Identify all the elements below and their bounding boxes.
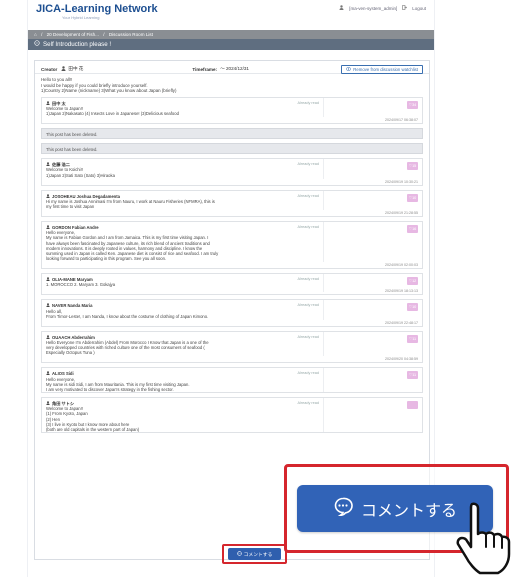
creator-label: Creator xyxy=(41,66,58,72)
post-line: From Timor-Leste!, I am Nanda, I know ab… xyxy=(46,313,209,319)
post-timestamp: 2024/09/19 10:30:21 xyxy=(385,179,418,184)
post-item: 佐藤 浩二 Already read Welcome to Koichi!! 1)Ja… xyxy=(41,158,423,186)
post-timestamp: 2024/09/19 21:28:55 xyxy=(385,210,418,215)
logout-icon xyxy=(402,5,408,11)
post-line: Especially Octopus Tuna ) xyxy=(46,350,95,356)
post-line: (both are old capitals in the western pa… xyxy=(46,426,140,432)
post-body: OLIA-MANE Maryam Already read 1. MOROCCO 2… xyxy=(42,274,324,293)
post-item: ALIOS Sidi Already read Hello everyone, My … xyxy=(41,367,423,393)
like-button[interactable] xyxy=(407,400,418,409)
breadcrumb-page[interactable]: Discussion Room List xyxy=(109,32,153,37)
user-bar: [ma-ven-system_admin] Logout xyxy=(339,5,426,11)
post-item: NAVER Nanda Maria Already read Hello all, F… xyxy=(41,299,423,327)
creator-row: Creator 田中 花 Timeframe: ～ 2024/12/31 Rem… xyxy=(35,61,429,74)
post-timestamp: 2024/09/20 04:38:59 xyxy=(385,357,418,362)
frame: { "header":{"logo":"JICA-Learning Networ… xyxy=(0,0,517,577)
like-button[interactable]: ♡15 xyxy=(407,162,418,171)
remove-watchlist-button[interactable]: Remove from discussion watchlist xyxy=(341,64,423,74)
post-item: JOSOHEAU Joshua Degadamenta Already read H… xyxy=(41,189,423,217)
post-item: GORDON Fabian Andre Already read Hello eve… xyxy=(41,220,423,270)
post-line: looking forward to participating in this… xyxy=(46,256,167,262)
like-button[interactable]: ♡11 xyxy=(407,334,418,343)
post-body: GORDON Fabian Andre Already read Hello eve… xyxy=(42,221,324,263)
post-author-name: ALIOS Sidi xyxy=(52,371,74,377)
like-button[interactable]: ♡12 xyxy=(407,277,418,286)
timeframe-label: Timeframe: xyxy=(192,66,218,72)
post-body: 田中 太 Already read Welcome to Japan!! 1)Japa… xyxy=(42,97,324,118)
like-button[interactable]: ♡11 xyxy=(407,371,418,380)
post-timestamp: 2024/09/19 18:13:13 xyxy=(385,289,418,294)
pointer-hand-icon xyxy=(454,498,516,582)
post-body: OUAACH Abderrahim Already read Hello Every… xyxy=(42,331,324,357)
chat-bubble-icon xyxy=(333,496,353,521)
avatar-icon xyxy=(46,193,50,199)
creator-name: 田中 花 xyxy=(68,66,84,71)
post-timestamp: 2024/09/19 22:48:17 xyxy=(385,320,418,325)
post-timestamp: 2024/09/17 06:38:07 xyxy=(385,118,418,123)
post-item: 角田 サトシ Already read Welcome to Japan!! (1) … xyxy=(41,396,423,433)
post-author-name: NAVER Nanda Maria xyxy=(52,303,93,309)
read-status: Already read xyxy=(297,371,319,376)
post-list: 田中 太 Already read Welcome to Japan!! 1)Japa… xyxy=(35,96,429,433)
post-body: NAVER Nanda Maria Already read Hello all, F… xyxy=(42,300,324,320)
post-body: 角田 サトシ Already read Welcome to Japan!! (1) … xyxy=(42,397,324,432)
timeframe-value: ～ 2024/12/31 xyxy=(220,66,249,71)
read-status: Already read xyxy=(297,162,319,167)
post-line: 1)Japan 2)Sati Sato (Sato) 3)Hiraoka xyxy=(46,172,115,178)
avatar-icon xyxy=(46,303,50,308)
breadcrumb-course[interactable]: 20 Development of Fish... xyxy=(47,32,99,37)
post-line: I am very motivated to discover Japan's … xyxy=(46,386,174,392)
read-status: Already read xyxy=(297,303,319,308)
site-logo-subtitle: Your Hybrid Learning xyxy=(62,15,100,20)
read-status: Already read xyxy=(297,224,319,229)
page-title-bar: Self Introduction please ! xyxy=(28,39,434,50)
avatar-icon xyxy=(46,371,50,376)
post-author-name: JOSOHEAU Joshua Degadamenta xyxy=(52,193,120,199)
post-body: JOSOHEAU Joshua Degadamenta Already read H… xyxy=(42,190,324,210)
intro-text: Hello to you all!! I would be happy if y… xyxy=(35,74,429,97)
comment-button[interactable]: コメントする xyxy=(228,548,281,560)
read-status: Already read xyxy=(297,193,319,198)
comment-button-zoom-label: コメントする xyxy=(360,502,457,520)
like-button[interactable]: ♡10 xyxy=(407,303,418,312)
breadcrumb-home-icon[interactable]: ⌂ xyxy=(34,32,37,37)
user-name[interactable]: [ma-ven-system_admin] xyxy=(349,6,397,11)
like-button[interactable]: ♡34 xyxy=(407,100,418,109)
post-item: 田中 太 Already read Welcome to Japan!! 1)Japa… xyxy=(41,96,423,125)
post-item: OUAACH Abderrahim Already read Hello Every… xyxy=(41,330,423,364)
comment-button-label: コメントする xyxy=(243,552,273,558)
post-line: my first time to visit Japan xyxy=(46,203,95,209)
post-item: OLIA-MANE Maryam Already read 1. MOROCCO 2… xyxy=(41,273,423,296)
post-body: 佐藤 浩二 Already read Welcome to Koichi!! 1)Ja… xyxy=(42,159,324,179)
deleted-post: This post has been deleted. xyxy=(41,143,423,155)
post-line: 1. MOROCCO 2. Maryam 3. Gokajya xyxy=(46,282,116,288)
like-button[interactable]: ♡16 xyxy=(407,224,418,233)
page-title: Self Introduction please ! xyxy=(43,41,112,48)
header: JICA-Learning Network Your Hybrid Learni… xyxy=(28,0,434,30)
read-status: Already read xyxy=(297,100,319,105)
read-status: Already read xyxy=(297,334,319,339)
logout-link[interactable]: Logout xyxy=(412,6,426,11)
remove-watchlist-label: Remove from discussion watchlist xyxy=(353,66,418,72)
creator-avatar-icon xyxy=(61,66,66,72)
post-line: 1)Japan 2)Nakasato (4) Insects Love in J… xyxy=(46,111,179,117)
post-timestamp: 2024/09/19 02:00:03 xyxy=(385,263,418,268)
eye-icon xyxy=(346,66,352,72)
chat-bubble-icon xyxy=(236,550,242,558)
chat-bubble-icon xyxy=(34,39,40,50)
deleted-post: This post has been deleted. xyxy=(41,128,423,140)
read-status: Already read xyxy=(297,277,319,282)
breadcrumb: ⌂ / 20 Development of Fish... / Discussi… xyxy=(28,30,434,39)
intro-line: 1)Country 2)Name (nickname) 3)What you k… xyxy=(41,88,177,94)
user-icon xyxy=(339,5,344,11)
read-status: Already read xyxy=(297,400,319,405)
like-button[interactable]: ♡10 xyxy=(407,193,418,202)
post-body: ALIOS Sidi Already read Hello everyone, My … xyxy=(42,368,324,392)
